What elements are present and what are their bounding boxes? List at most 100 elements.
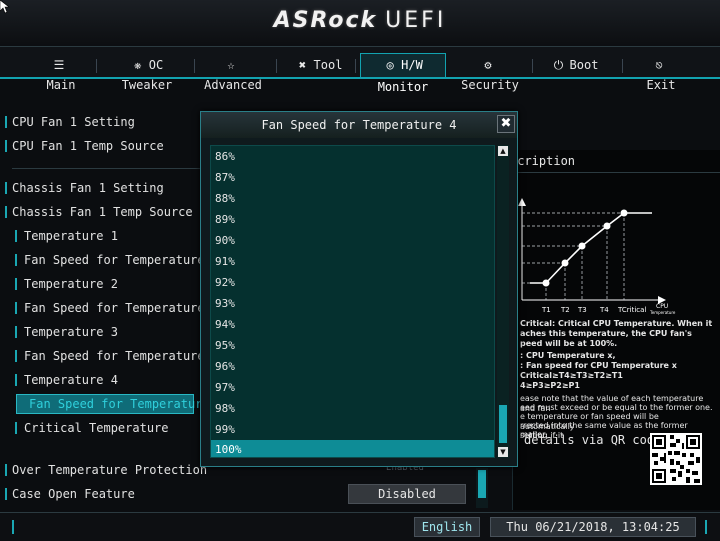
tab-separator — [194, 59, 195, 73]
graph-axis-label-cpu: CPU — [656, 303, 668, 310]
dialog-title: Fan Speed for Temperature 4 — [201, 112, 517, 138]
option-item[interactable]: 95% — [211, 335, 494, 356]
tool-icon: ✖ — [298, 58, 307, 72]
item-marker — [15, 302, 17, 314]
menu-temperature-2[interactable]: Temperature 2 — [15, 274, 118, 294]
menu-cpu-fan1-temp-source[interactable]: CPU Fan 1 Temp Source — [5, 136, 164, 156]
dialog-scrollbar-thumb[interactable] — [499, 405, 507, 443]
footer-marker — [12, 520, 14, 534]
item-marker — [5, 116, 7, 128]
menu-fan-speed-temp-3[interactable]: Fan Speed for Temperature 3 — [15, 346, 219, 366]
item-marker — [5, 488, 7, 500]
item-marker — [5, 140, 7, 152]
dialog-scrollbar[interactable]: ▲ ▼ — [497, 145, 509, 458]
qr-label: details via QR code — [524, 433, 662, 447]
graph-label-tcritical: TCritical — [617, 306, 646, 314]
description-line-5: : Fan speed for CPU Temperature x — [520, 361, 677, 370]
item-marker — [15, 374, 17, 386]
item-marker — [15, 230, 17, 242]
tab-oc-tweaker[interactable]: ❋ OC Tweaker — [104, 55, 190, 92]
description-line-4: : CPU Temperature x, — [520, 351, 616, 360]
menu-critical-temperature[interactable]: Critical Temperature — [15, 418, 169, 438]
option-item[interactable]: 94% — [211, 314, 494, 335]
graph-label-t2: T2 — [560, 306, 570, 314]
footer-marker — [705, 520, 707, 534]
close-icon: ✖ — [500, 116, 512, 131]
tab-boot[interactable]: ⏻ Boot — [550, 55, 600, 75]
item-marker — [5, 464, 7, 476]
description-line-2: aches this temperature, the CPU fan's — [520, 329, 692, 338]
item-marker — [5, 182, 7, 194]
qr-code-icon — [650, 433, 702, 485]
description-title: scription — [510, 154, 576, 168]
monitor-icon: ◎ — [386, 58, 394, 72]
scroll-up-icon[interactable]: ▲ — [498, 146, 508, 156]
tab-tool[interactable]: ✖ Tool — [292, 55, 346, 75]
shield-icon: ⚙ — [484, 58, 492, 72]
menu-fan-speed-temp-2[interactable]: Fan Speed for Temperature 2 — [15, 298, 219, 318]
option-item[interactable]: 98% — [211, 398, 494, 419]
fan-speed-dialog: Fan Speed for Temperature 4 ✖ 86% 87% 88… — [200, 111, 518, 467]
fan-curve-graph: T1 T2 T3 T4 TCritical CPU Temperature — [518, 198, 676, 315]
option-item-selected[interactable]: 100% — [211, 440, 494, 457]
power-icon: ⏻ — [553, 58, 564, 72]
menu-fan-speed-temp-1[interactable]: Fan Speed for Temperature 1 — [15, 250, 219, 270]
menu-temperature-4[interactable]: Temperature 4 — [15, 370, 118, 390]
option-item[interactable]: 90% — [211, 230, 494, 251]
option-item[interactable]: 96% — [211, 356, 494, 377]
tab-exit[interactable]: ⎋Exit — [638, 55, 684, 92]
tab-advanced[interactable]: ☆Advanced — [198, 55, 268, 92]
menu-over-temp-protection[interactable]: Over Temperature Protection — [5, 460, 207, 480]
graph-label-t1: T1 — [541, 306, 551, 314]
exit-icon: ⎋ — [655, 58, 663, 72]
option-list: 86% 87% 88% 89% 90% 91% 92% 93% 94% 95% … — [210, 145, 495, 458]
option-item[interactable]: 99% — [211, 419, 494, 440]
option-item[interactable]: 88% — [211, 188, 494, 209]
menu-chassis-fan1-setting[interactable]: Chassis Fan 1 Setting — [5, 178, 164, 198]
close-button[interactable]: ✖ — [497, 115, 515, 133]
description-line-1: Critical: Critical CPU Temperature. When… — [520, 319, 713, 328]
menu-temperature-3[interactable]: Temperature 3 — [15, 322, 118, 342]
case-open-value[interactable]: Disabled — [348, 484, 466, 504]
description-line-3: peed will be at 100%. — [520, 339, 618, 348]
item-marker — [15, 326, 17, 338]
language-button[interactable]: English — [414, 517, 480, 537]
graph-axis-label-temperature: Temperature — [649, 310, 676, 315]
menu-temperature-1[interactable]: Temperature 1 — [15, 226, 118, 246]
menu-chassis-fan1-temp-source[interactable]: Chassis Fan 1 Temp Source — [5, 202, 193, 222]
brand-logo: ASRock UEFI — [273, 8, 447, 33]
page-scrollbar-thumb[interactable] — [478, 470, 486, 498]
item-marker — [15, 254, 17, 266]
menu-fan-speed-temp-4[interactable]: Fan Speed for Temperature 4 — [29, 394, 224, 414]
graph-axes — [518, 198, 666, 304]
description-line-7: 4≥P3≥P2≥P1 — [520, 381, 580, 390]
description-line-6: Critical≥T4≥T3≥T2≥T1 — [520, 371, 623, 380]
page-scrollbar[interactable] — [476, 468, 488, 508]
tab-separator — [622, 59, 623, 73]
main-tab-bar: ☰Main ❋ OC Tweaker ☆Advanced ✖ Tool ◎ H/W M… — [0, 46, 720, 94]
item-marker — [15, 278, 17, 290]
scroll-down-icon[interactable]: ▼ — [498, 447, 508, 457]
option-item[interactable]: 93% — [211, 293, 494, 314]
graph-label-t4: T4 — [599, 306, 609, 314]
option-item[interactable]: 92% — [211, 272, 494, 293]
option-item[interactable]: 89% — [211, 209, 494, 230]
header: ASRock UEFI — [0, 0, 720, 46]
tab-security[interactable]: ⚙Security — [456, 55, 524, 92]
tab-main[interactable]: ☰Main — [38, 55, 84, 92]
tab-separator — [96, 59, 97, 73]
menu-cpu-fan1-setting[interactable]: CPU Fan 1 Setting — [5, 112, 135, 132]
item-marker — [5, 206, 7, 218]
date-time-display: Thu 06/21/2018, 13:04:25 — [490, 517, 696, 537]
fan-curve-line — [530, 212, 652, 284]
description-divider — [512, 172, 720, 173]
tab-hw-monitor[interactable]: ◎ H/W Monitor — [360, 53, 446, 94]
option-item[interactable]: 86% — [211, 146, 494, 167]
option-item[interactable]: 91% — [211, 251, 494, 272]
option-item[interactable]: 87% — [211, 167, 494, 188]
section-divider — [12, 168, 202, 169]
option-item[interactable]: 97% — [211, 377, 494, 398]
list-icon: ☰ — [53, 58, 65, 72]
menu-case-open-feature[interactable]: Case Open Feature — [5, 484, 135, 504]
item-marker — [15, 422, 17, 434]
